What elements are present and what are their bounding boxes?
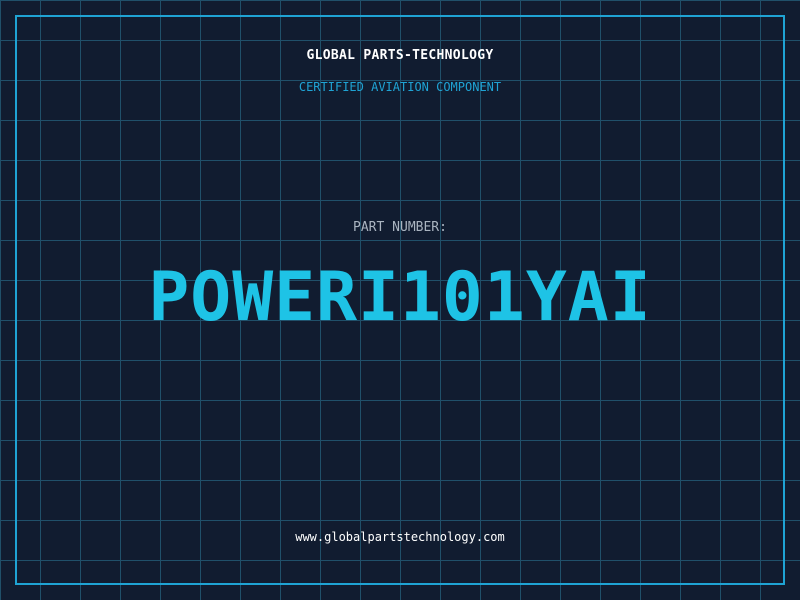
- company-name: GLOBAL PARTS-TECHNOLOGY: [306, 48, 494, 63]
- website-url: www.globalpartstechnology.com: [295, 530, 505, 544]
- part-number-value: POWERI101YAI: [148, 258, 652, 337]
- tagline: CERTIFIED AVIATION COMPONENT: [298, 80, 502, 94]
- part-number-label: PART NUMBER:: [353, 220, 447, 235]
